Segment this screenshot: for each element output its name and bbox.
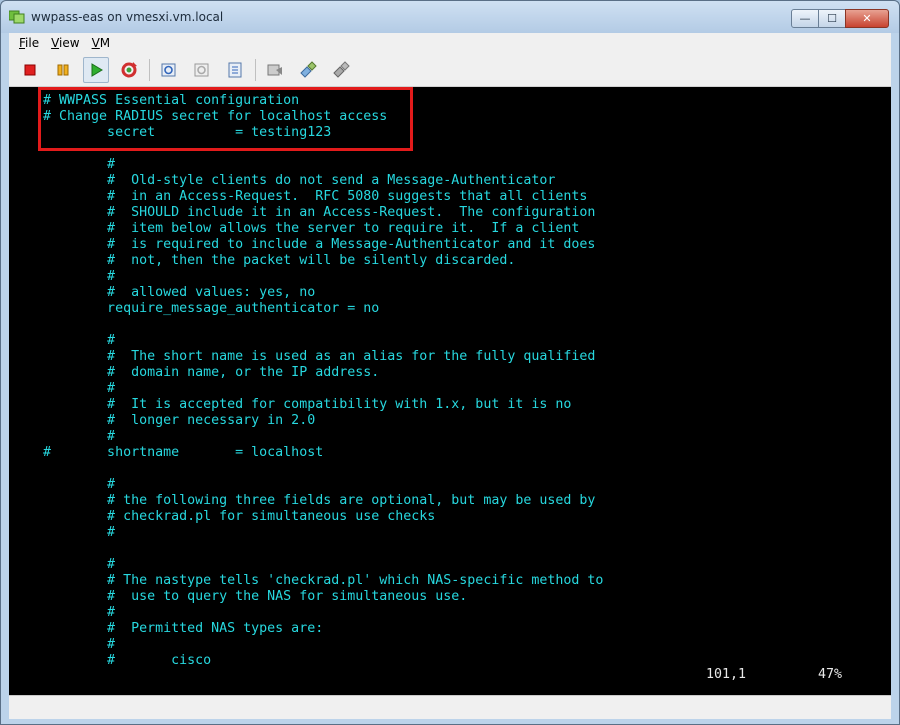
console-line: #	[19, 477, 116, 492]
console-line: # The short name is used as an alias for…	[19, 349, 596, 364]
reset-button[interactable]	[116, 57, 142, 83]
console-line: # checkrad.pl for simultaneous use check…	[19, 509, 436, 524]
console-line: # It is accepted for compatibility with …	[19, 397, 572, 412]
menu-vm[interactable]: VM	[92, 36, 111, 50]
console-line: # shortname = localhost	[19, 445, 324, 460]
revert-snapshot-icon	[194, 63, 209, 76]
console-line: # allowed values: yes, no	[19, 285, 316, 300]
snapshot-manager-icon	[228, 62, 242, 77]
console-line: # use to query the NAS for simultaneous …	[19, 589, 468, 604]
vm-console-screen[interactable]: 101,1 47% # WWPASS Essential configurati…	[9, 87, 891, 695]
console-line: # Permitted NAS types are:	[19, 621, 324, 636]
console-line: #	[19, 269, 116, 284]
revert-snapshot-button[interactable]	[189, 57, 215, 83]
console-line: # Change RADIUS secret for localhost acc…	[19, 109, 388, 124]
power-on-button[interactable]	[83, 56, 109, 83]
toolbar	[9, 53, 891, 87]
take-snapshot-button[interactable]	[156, 57, 182, 83]
console-line: #	[19, 333, 116, 348]
snapshot-icon	[161, 63, 176, 76]
suspend-button[interactable]	[50, 57, 76, 83]
vm-console-window: wwpass-eas on vmesxi.vm.local — ☐ ✕ File…	[0, 0, 900, 725]
console-line: # The nastype tells 'checkrad.pl' which …	[19, 573, 604, 588]
window-title: wwpass-eas on vmesxi.vm.local	[31, 10, 224, 24]
console-line: # domain name, or the IP address.	[19, 365, 380, 380]
console-line: #	[19, 525, 116, 540]
title-bar[interactable]: wwpass-eas on vmesxi.vm.local — ☐ ✕	[1, 1, 899, 33]
menu-view[interactable]: View	[51, 36, 79, 50]
pause-icon	[57, 64, 69, 75]
menu-bar: File View VM	[9, 33, 891, 53]
console-settings-icon	[267, 64, 282, 75]
console-line: # cisco	[19, 653, 212, 668]
console-line: # WWPASS Essential configuration	[19, 93, 300, 108]
console-line: # item below allows the server to requir…	[19, 221, 580, 236]
power-off-button[interactable]	[17, 57, 43, 83]
console-line: #	[19, 557, 116, 572]
console-line: secret = testing123	[19, 125, 332, 140]
console-line: # Old-style clients do not send a Messag…	[19, 173, 556, 188]
console-line: # the following three fields are optiona…	[19, 493, 596, 508]
console-line: # SHOULD include it in an Access-Request…	[19, 205, 596, 220]
cursor-position: 101,1	[706, 667, 747, 682]
console-line: # is required to include a Message-Authe…	[19, 237, 596, 252]
scroll-percent: 47%	[818, 667, 843, 682]
console-line: # in an Access-Request. RFC 5080 suggest…	[19, 189, 588, 204]
minimize-button[interactable]: —	[791, 9, 819, 28]
console-line: #	[19, 429, 116, 444]
toolbar-separator	[149, 58, 150, 81]
close-button[interactable]: ✕	[845, 9, 889, 28]
console-line: # not, then the packet will be silently …	[19, 253, 516, 268]
connect-device-icon	[300, 60, 317, 78]
device-settings-icon	[333, 60, 350, 78]
console-line: #	[19, 157, 116, 172]
connect-device-button[interactable]	[295, 57, 321, 83]
console-line: # longer necessary in 2.0	[19, 413, 316, 428]
snapshot-manager-button[interactable]	[222, 57, 248, 83]
console-line: #	[19, 637, 116, 652]
play-icon	[91, 62, 103, 77]
maximize-button[interactable]: ☐	[818, 9, 846, 28]
reset-icon	[121, 61, 137, 77]
toolbar-separator	[255, 58, 256, 81]
stop-icon	[24, 64, 36, 75]
device-settings-button[interactable]	[328, 57, 354, 83]
vsphere-app-icon	[9, 10, 25, 24]
console-line: require_message_authenticator = no	[19, 301, 380, 316]
menu-file[interactable]: File	[19, 36, 39, 50]
status-bar	[9, 695, 891, 719]
console-line: #	[19, 605, 116, 620]
console-line: #	[19, 381, 116, 396]
console-settings-button[interactable]	[262, 57, 288, 83]
